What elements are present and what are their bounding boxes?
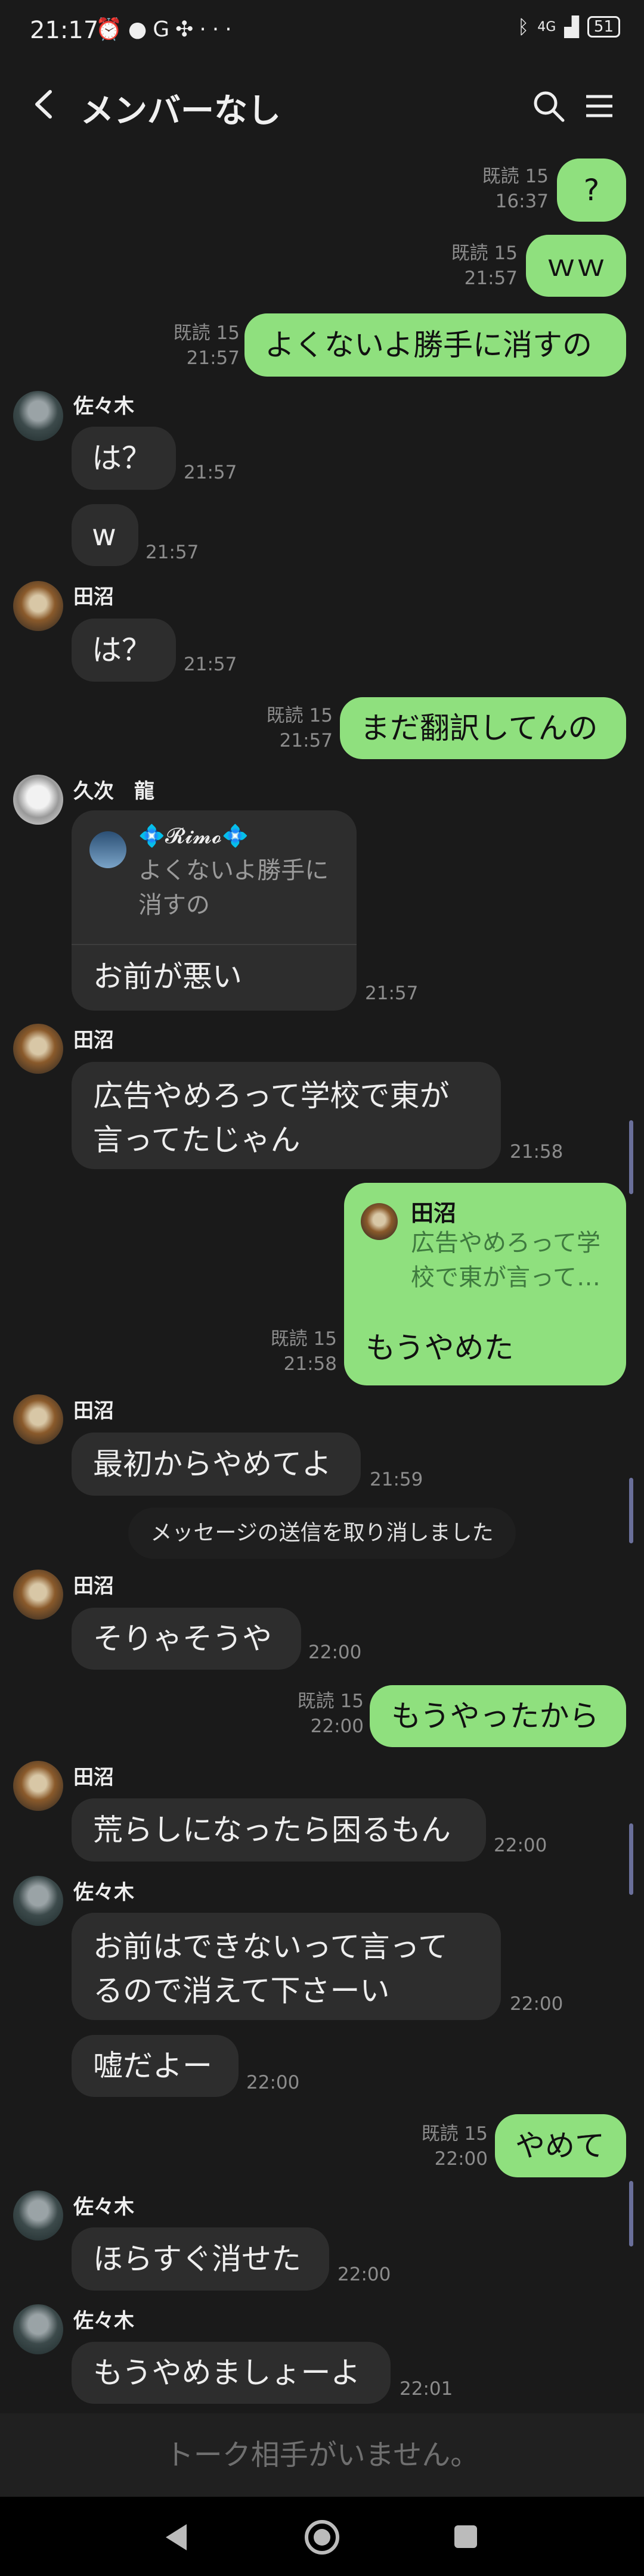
reply-divider [72, 944, 357, 945]
no-members-notice: トーク相手がいません。 [0, 2413, 644, 2497]
message-time: 22:01 [400, 2378, 453, 2400]
message-time: 22:00 [494, 1835, 547, 1856]
quoted-avatar [89, 831, 126, 868]
search-icon[interactable] [531, 88, 566, 124]
avatar-tanuma[interactable] [13, 1570, 63, 1620]
back-icon[interactable] [24, 83, 66, 125]
avatar-tanuma[interactable] [13, 1761, 63, 1811]
avatar-sasaki[interactable] [13, 2190, 63, 2241]
reply-bubble-outgoing[interactable]: 田沼 広告やめろって学 校で東が言って… もうやめた [344, 1183, 626, 1385]
message-bubble-incoming[interactable]: は？ [72, 427, 176, 490]
message-bubble-incoming[interactable]: 広告やめろって学校で東が 言ってたじゃん [72, 1062, 501, 1169]
message-bubble-incoming[interactable]: お前はできないって言って るので消えて下さーい [72, 1913, 501, 2020]
message-bubble-incoming[interactable]: 嘘だよー [72, 2035, 239, 2097]
avatar-sasaki[interactable] [13, 2304, 63, 2354]
sender-name: 田沼 [73, 1028, 114, 1052]
sender-name: 佐々木 [73, 2195, 134, 2219]
notification-icons: ⏰●G✣··· [95, 17, 238, 42]
message-time: 21:59 [370, 1469, 423, 1490]
message-bubble-outgoing[interactable]: まだ翻訳してんの [340, 697, 626, 759]
scroll-indicator [629, 1823, 633, 1895]
sender-name: 田沼 [73, 1399, 114, 1423]
message-time: 22:00 [246, 2072, 300, 2093]
sender-name: 佐々木 [73, 1881, 134, 1904]
message-bubble-outgoing[interactable]: やめて [495, 2114, 626, 2177]
read-receipt: 既読 15 21:57 [173, 322, 240, 369]
more-icon: ··· [199, 17, 238, 42]
message-time: 21:57 [184, 654, 237, 675]
read-receipt: 既読 15 22:00 [421, 2123, 488, 2170]
system-message: メッセージの送信を取り消しました [128, 1508, 516, 1559]
scroll-indicator [629, 1120, 633, 1194]
sender-name: 田沼 [73, 585, 114, 609]
message-bubble-incoming[interactable]: 最初からやめてよ [72, 1433, 361, 1496]
message-time: 21:57 [365, 983, 419, 1004]
message-bubble-outgoing[interactable]: ｗｗ [526, 235, 626, 297]
system-nav-bar [0, 2497, 644, 2576]
alarm-icon: ⏰ [95, 17, 128, 42]
menu-icon[interactable] [581, 88, 617, 124]
message-time: 21:57 [184, 462, 237, 483]
status-bar: 21:17 ⏰●G✣··· ᛒ 4G ▟ 51 [0, 0, 644, 57]
message-bubble-incoming[interactable]: ほらすぐ消せた [72, 2227, 329, 2291]
avatar-kuji[interactable] [13, 775, 63, 825]
message-bubble-incoming[interactable]: w [72, 504, 138, 566]
sender-name: 佐々木 [73, 2309, 134, 2333]
signal-icon: ▟ [564, 15, 579, 38]
chat-header: メンバーなし [0, 57, 644, 153]
message-text: もうやめた [366, 1331, 514, 1365]
sender-name: 田沼 [73, 1766, 114, 1789]
nav-home-icon[interactable] [303, 2518, 341, 2556]
avatar-tanuma[interactable] [13, 1024, 63, 1074]
sender-name: 佐々木 [73, 394, 134, 418]
avatar-tanuma[interactable] [13, 581, 63, 631]
quoted-text: 広告やめろって学 校で東が言って… [411, 1229, 600, 1291]
sender-name: 久次 龍 [73, 779, 154, 803]
scroll-indicator [629, 1478, 633, 1543]
avatar-sasaki[interactable] [13, 391, 63, 441]
read-receipt: 既読 15 21:57 [266, 705, 333, 751]
read-receipt: 既読 15 21:58 [270, 1328, 337, 1375]
app-icon: ✣ [175, 17, 200, 42]
message-bubble-outgoing[interactable]: よくないよ勝手に消すの [244, 313, 626, 377]
quoted-avatar [361, 1203, 398, 1240]
quoted-text: よくないよ勝手に 消すの [138, 857, 329, 919]
quoted-name: 💠𝓡𝓲𝓶𝓸💠 [138, 824, 249, 849]
message-bubble-incoming[interactable]: 荒らしになったら困るもん [72, 1798, 486, 1862]
status-right: ᛒ 4G ▟ 51 [518, 15, 620, 38]
scroll-indicator [629, 2181, 633, 2246]
reply-bubble[interactable]: 💠𝓡𝓲𝓶𝓸💠 よくないよ勝手に 消すの お前が悪い [72, 810, 357, 1011]
bluetooth-icon: ᛒ [518, 15, 530, 38]
read-receipt: 既読 15 22:00 [297, 1691, 364, 1737]
avatar-sasaki[interactable] [13, 1876, 63, 1926]
chat-icon: ● [128, 17, 153, 42]
read-receipt: 既読 15 16:37 [482, 166, 549, 212]
quoted-name: 田沼 [411, 1200, 457, 1226]
message-bubble-outgoing[interactable]: もうやったから [370, 1685, 626, 1747]
message-time: 22:00 [510, 1993, 564, 2015]
message-time: 21:57 [145, 542, 199, 563]
status-time: 21:17 [30, 17, 99, 44]
message-text: お前が悪い [93, 959, 242, 994]
chat-title: メンバーなし [80, 92, 281, 130]
message-bubble-outgoing[interactable]: ? [557, 159, 626, 222]
message-bubble-incoming[interactable]: は？ [72, 619, 176, 682]
network-label: 4G [537, 19, 556, 35]
message-time: 22:00 [338, 2264, 391, 2285]
message-bubble-incoming[interactable]: もうやめましょーよ [72, 2342, 391, 2404]
read-receipt: 既読 15 21:57 [451, 243, 518, 289]
message-bubble-incoming[interactable]: そりゃそうや [72, 1608, 301, 1670]
avatar-tanuma[interactable] [13, 1394, 63, 1444]
message-time: 21:58 [510, 1141, 564, 1163]
google-icon: G [153, 17, 176, 42]
nav-back-icon[interactable] [160, 2519, 196, 2555]
sender-name: 田沼 [73, 1574, 114, 1598]
message-time: 22:00 [308, 1642, 362, 1663]
battery-icon: 51 [587, 16, 620, 38]
nav-recents-icon[interactable] [451, 2522, 481, 2552]
